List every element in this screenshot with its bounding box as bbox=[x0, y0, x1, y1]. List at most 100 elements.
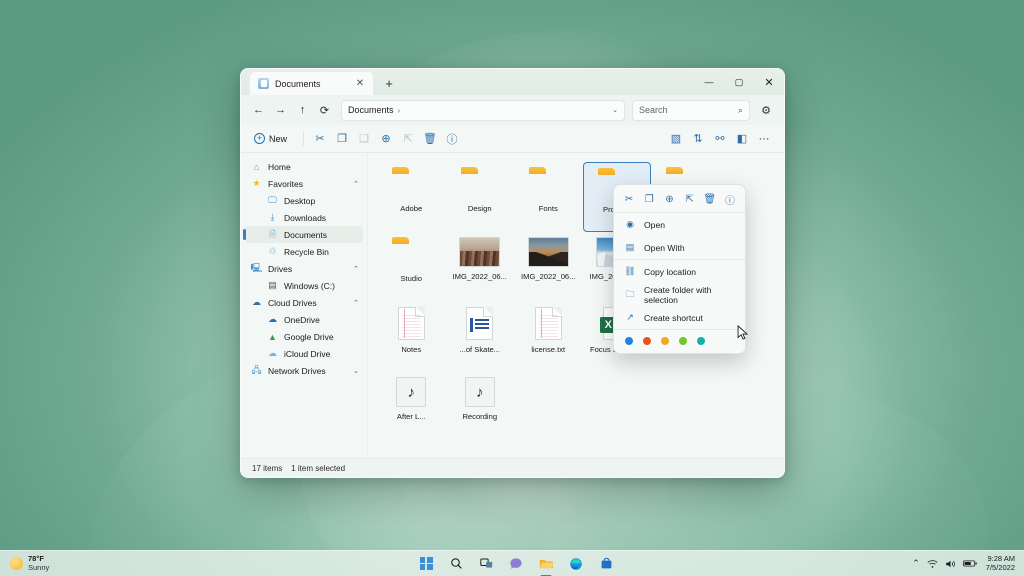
gear-icon[interactable]: ⚙ bbox=[755, 100, 777, 121]
breadcrumb[interactable]: Documents › ⌄ bbox=[341, 100, 625, 121]
up-button[interactable]: ↑ bbox=[292, 100, 313, 121]
properties-icon[interactable]: ⓘ bbox=[441, 128, 463, 150]
context-menu-item-create-shortcut[interactable]: ↗ Create shortcut bbox=[614, 306, 745, 329]
color-swatch-teal[interactable] bbox=[697, 337, 705, 345]
weather-widget[interactable]: 78°F Sunny bbox=[0, 555, 120, 572]
rename-icon[interactable]: ⊕ bbox=[661, 191, 677, 207]
mouse-cursor bbox=[737, 325, 748, 341]
chevron-up-icon[interactable]: ⌃ bbox=[353, 299, 359, 307]
search-button[interactable] bbox=[447, 554, 466, 573]
sidebar-item-documents[interactable]: 🗎 Documents bbox=[245, 226, 363, 243]
file-item[interactable]: Adobe bbox=[377, 162, 446, 232]
chevron-down-icon[interactable]: ⌄ bbox=[612, 106, 618, 114]
new-tab-button[interactable]: + bbox=[378, 72, 400, 94]
sidebar-item-downloads[interactable]: ⤓ Downloads bbox=[241, 209, 367, 226]
folder-icon bbox=[391, 237, 431, 269]
file-item[interactable]: IMG_2022_06... bbox=[446, 232, 515, 302]
delete-icon[interactable]: 🗑 bbox=[419, 128, 441, 150]
sidebar-item-desktop[interactable]: 🖵 Desktop bbox=[241, 192, 367, 209]
sort-icon[interactable]: ⇅ bbox=[687, 128, 709, 150]
close-tab-icon[interactable]: ✕ bbox=[353, 77, 367, 91]
cut-icon[interactable]: ✂ bbox=[621, 191, 637, 207]
context-menu-item-open-with[interactable]: ▤ Open With bbox=[614, 236, 745, 259]
chevron-down-icon[interactable]: ⌄ bbox=[353, 367, 359, 375]
context-menu-item-label: Copy location bbox=[644, 267, 696, 277]
color-swatch-amber[interactable] bbox=[661, 337, 669, 345]
breadcrumb-segment[interactable]: Documents bbox=[348, 105, 394, 115]
onedrive-icon: ☁ bbox=[267, 314, 278, 325]
view-layout-icon[interactable]: ▧ bbox=[665, 128, 687, 150]
sidebar-item-recycle-bin[interactable]: ♲ Recycle Bin bbox=[241, 243, 367, 260]
browser-tab-documents[interactable]: Documents ✕ bbox=[249, 71, 374, 95]
rename-icon[interactable]: ⊕ bbox=[375, 128, 397, 150]
file-item[interactable]: IMG_2022_06... bbox=[514, 232, 583, 302]
delete-icon[interactable]: 🗑 bbox=[702, 191, 718, 207]
close-button[interactable]: ✕ bbox=[754, 69, 784, 95]
file-item[interactable]: Studio bbox=[377, 232, 446, 302]
edge-button[interactable] bbox=[567, 554, 586, 573]
sidebar-item-label: Windows (C:) bbox=[284, 281, 335, 291]
battery-icon[interactable] bbox=[963, 559, 977, 568]
taskbar: 78°F Sunny bbox=[0, 550, 1024, 576]
task-view-button[interactable] bbox=[477, 554, 496, 573]
store-button[interactable] bbox=[597, 554, 616, 573]
sidebar-item-drives[interactable]: 🖳 Drives ⌃ bbox=[241, 260, 367, 277]
sidebar-item-windows-c[interactable]: ▤ Windows (C:) bbox=[241, 277, 367, 294]
file-explorer-button[interactable] bbox=[537, 554, 556, 573]
sidebar-item-cloud-drives[interactable]: ☁ Cloud Drives ⌃ bbox=[241, 294, 367, 311]
forward-button[interactable]: → bbox=[270, 100, 291, 121]
chevron-up-icon[interactable]: ⌃ bbox=[912, 558, 920, 569]
sidebar-item-onedrive[interactable]: ☁ OneDrive bbox=[241, 311, 367, 328]
file-item[interactable]: license.txt bbox=[514, 302, 583, 372]
color-swatch-orange[interactable] bbox=[643, 337, 651, 345]
color-swatch-green[interactable] bbox=[679, 337, 687, 345]
open-icon: ◉ bbox=[624, 219, 636, 231]
clock[interactable]: 9:28 AM 7/5/2022 bbox=[986, 555, 1015, 573]
more-options-icon[interactable]: ··· bbox=[753, 128, 775, 150]
sidebar-item-home[interactable]: ⌂ Home bbox=[241, 158, 367, 175]
documents-folder-icon bbox=[258, 78, 269, 89]
cut-icon[interactable]: ✂ bbox=[309, 128, 331, 150]
file-name: Fonts bbox=[539, 204, 558, 213]
chevron-up-icon[interactable]: ⌃ bbox=[353, 265, 359, 273]
file-item[interactable]: Notes bbox=[377, 302, 446, 372]
sidebar-item-label: Recycle Bin bbox=[284, 247, 329, 257]
sidebar-item-icloud-drive[interactable]: ☁ iCloud Drive bbox=[241, 345, 367, 362]
context-menu-item-create-folder-with-selection[interactable]: 🗀 Create folder with selection bbox=[614, 283, 745, 306]
minimize-button[interactable]: — bbox=[694, 69, 724, 95]
share-icon[interactable]: ⇱ bbox=[397, 128, 419, 150]
file-item[interactable]: ♪ After L... bbox=[377, 372, 446, 442]
window-titlebar: Documents ✕ + — ▢ ✕ bbox=[241, 69, 784, 95]
start-button[interactable] bbox=[417, 554, 436, 573]
wifi-icon[interactable] bbox=[927, 559, 938, 569]
paste-icon[interactable]: ❏ bbox=[353, 128, 375, 150]
volume-icon[interactable] bbox=[945, 559, 956, 569]
color-swatch-blue[interactable] bbox=[625, 337, 633, 345]
new-button-label: New bbox=[269, 134, 287, 144]
copy-icon[interactable]: ❐ bbox=[331, 128, 353, 150]
sidebar-item-favorites[interactable]: ★ Favorites ⌃ bbox=[241, 175, 367, 192]
context-menu-item-open[interactable]: ◉ Open bbox=[614, 213, 745, 236]
context-menu[interactable]: ✂ ❐ ⊕ ⇱ 🗑 ⓘ ◉ Open ▤ Open With ⛓ Copy lo… bbox=[613, 184, 746, 354]
file-item[interactable]: Design bbox=[446, 162, 515, 232]
group-icon[interactable]: ⚯ bbox=[709, 128, 731, 150]
refresh-button[interactable]: ⟳ bbox=[314, 100, 335, 121]
download-icon: ⤓ bbox=[267, 212, 278, 223]
file-item[interactable]: ♪ Recording bbox=[446, 372, 515, 442]
chevron-up-icon[interactable]: ⌃ bbox=[353, 180, 359, 188]
context-menu-item-copy-location[interactable]: ⛓ Copy location bbox=[614, 260, 745, 283]
sidebar-item-google-drive[interactable]: ▲ Google Drive bbox=[241, 328, 367, 345]
properties-icon[interactable]: ⓘ bbox=[722, 191, 738, 207]
file-item[interactable]: ...of Skate... bbox=[446, 302, 515, 372]
search-input[interactable]: Search ⌕ bbox=[632, 100, 750, 121]
maximize-button[interactable]: ▢ bbox=[724, 69, 754, 95]
new-button[interactable]: + New bbox=[250, 131, 294, 146]
chat-button[interactable] bbox=[507, 554, 526, 573]
file-item[interactable]: Fonts bbox=[514, 162, 583, 232]
back-button[interactable]: ← bbox=[248, 100, 269, 121]
details-pane-icon[interactable]: ◧ bbox=[731, 128, 753, 150]
weather-text: 78°F Sunny bbox=[28, 555, 49, 572]
copy-icon[interactable]: ❐ bbox=[641, 191, 657, 207]
share-icon[interactable]: ⇱ bbox=[682, 191, 698, 207]
sidebar-item-network-drives[interactable]: 🖧 Network Drives ⌄ bbox=[241, 362, 367, 379]
